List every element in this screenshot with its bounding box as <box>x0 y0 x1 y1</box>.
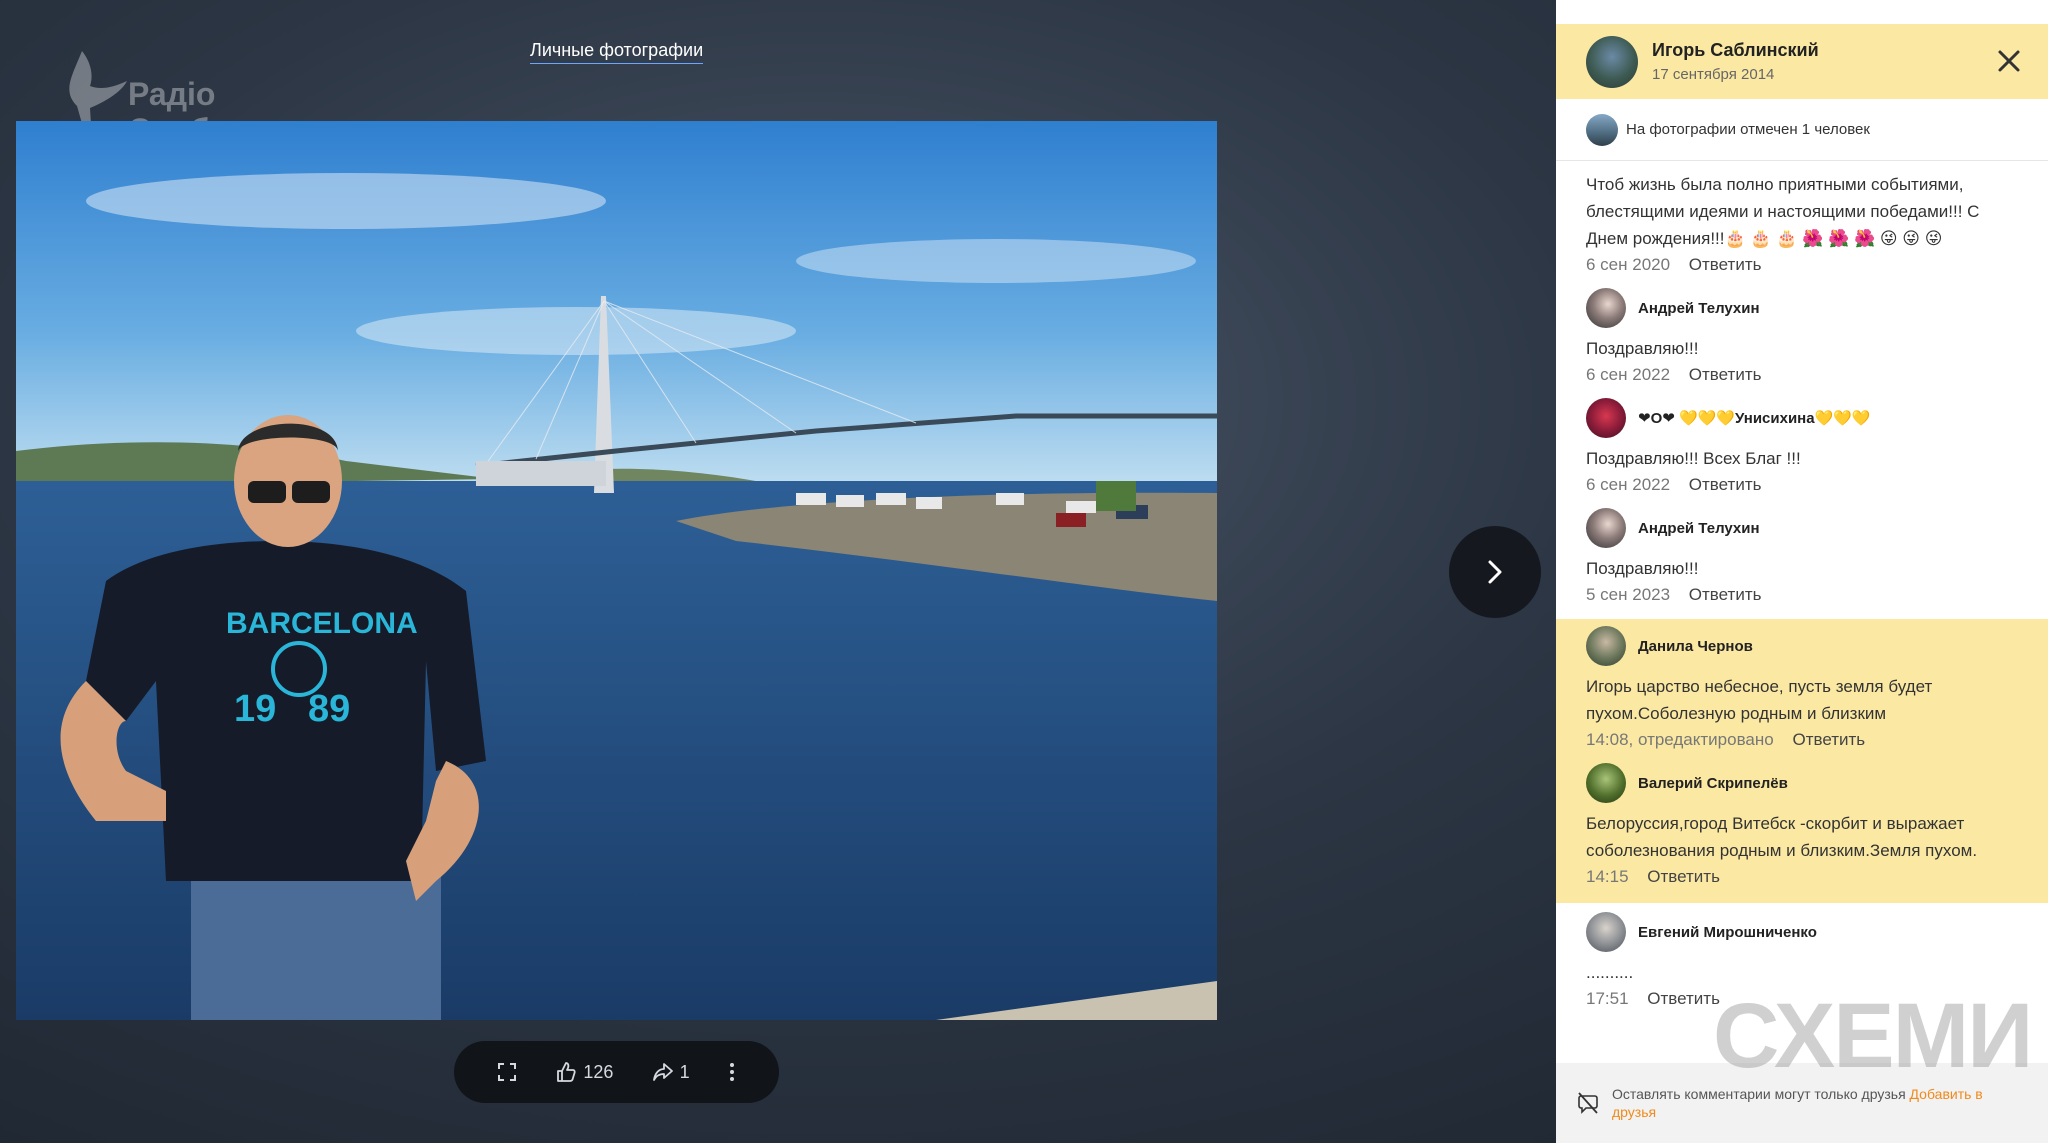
post-header: Игорь Саблинский 17 сентября 2014 <box>1556 24 2048 99</box>
comment-header: Андрей Телухин <box>1586 288 2018 328</box>
comment-time: 6 сен 2022 <box>1586 365 1671 384</box>
fullscreen-icon <box>498 1063 517 1081</box>
author-avatar[interactable] <box>1586 35 1638 88</box>
schemy-watermark: СХЕМИ <box>1713 985 2033 1087</box>
photo-toolbar: 126 1 <box>454 1041 779 1103</box>
comments-off-icon <box>1578 1092 1598 1114</box>
tagged-avatar <box>1586 113 1618 146</box>
commenter-avatar[interactable] <box>1586 288 1626 328</box>
commenter-name[interactable]: Данила Чернов <box>1638 638 1753 655</box>
author-name[interactable]: Игорь Саблинский <box>1652 40 1819 61</box>
more-options-button[interactable] <box>728 1061 736 1083</box>
post-date: 17 сентября 2014 <box>1652 66 1775 83</box>
commenter-avatar[interactable] <box>1586 508 1626 548</box>
photo-viewer: Радіо Свобода Личные фотографии <box>0 0 1556 1143</box>
share-arrow-icon <box>652 1063 673 1081</box>
close-button[interactable] <box>1994 46 2024 76</box>
comments-panel: Игорь Саблинский 17 сентября 2014 На фот… <box>1556 0 2048 1143</box>
comment-item: Андрей Телухин Поздравляю!!! 5 сен 2023 … <box>1556 508 2048 619</box>
comment-time: 14:15 <box>1586 867 1629 886</box>
like-count: 126 <box>583 1061 614 1082</box>
reply-button[interactable]: Ответить <box>1647 989 1720 1008</box>
shirt-text: BARCELONA <box>226 607 418 640</box>
comment-meta: 14:08, отредактировано Ответить <box>1586 730 2018 764</box>
comment-meta: 14:15 Ответить <box>1586 867 2018 901</box>
comment-text: Игорь царство небесное, пусть земля буде… <box>1586 677 1933 723</box>
comment-header: Евгений Мирошниченко <box>1586 912 2018 952</box>
reply-button[interactable]: Ответить <box>1792 730 1865 749</box>
commenter-avatar[interactable] <box>1586 763 1626 803</box>
share-count: 1 <box>679 1061 690 1082</box>
commenter-name[interactable]: Евгений Мирошниченко <box>1638 924 1817 941</box>
album-title-link[interactable]: Личные фотографии <box>530 40 704 64</box>
comment-header: Данила Чернов <box>1586 626 2018 666</box>
footer-message: Оставлять комментарии могут только друзь… <box>1612 1085 2026 1121</box>
comment-time: 6 сен 2022 <box>1586 475 1671 494</box>
comment-item-new: Данила Чернов Игорь царство небесное, пу… <box>1556 619 2048 764</box>
share-button[interactable]: 1 <box>652 1061 690 1083</box>
comment-time: 5 сен 2023 <box>1586 585 1671 604</box>
comment-meta: 6 сен 2022 Ответить <box>1586 365 2018 399</box>
comment-text: Белоруссия,город Витебск -скорбит и выра… <box>1586 814 1978 860</box>
commenter-name[interactable]: Валерий Скрипелёв <box>1638 775 1788 792</box>
panel-top-spacer <box>1556 0 2048 24</box>
comment-item: Чтоб жизнь была полно приятными событиям… <box>1556 161 2048 289</box>
comment-time: 17:51 <box>1586 989 1629 1008</box>
comment-time: 14:08, отредактировано <box>1586 730 1774 749</box>
reply-button[interactable]: Ответить <box>1689 365 1762 384</box>
comment-text: Чтоб жизнь была полно приятными событиям… <box>1586 175 1980 248</box>
commenter-name[interactable]: Андрей Телухин <box>1638 300 1760 317</box>
commenter-name[interactable]: ❤O❤ 💛💛💛Унисихина💛💛💛 <box>1638 409 1871 427</box>
comment-text: .......... <box>1586 963 1634 982</box>
main-photo: BARCELONA 19 89 <box>16 121 1217 1020</box>
like-button[interactable]: 126 <box>555 1061 613 1083</box>
tagged-text: На фотографии отмечен 1 человек <box>1626 121 1870 138</box>
comment-item-new: Валерий Скрипелёв Белоруссия,город Витеб… <box>1556 763 2048 903</box>
thumbs-up-icon <box>557 1062 576 1082</box>
comment-meta: 6 сен 2020 Ответить <box>1586 255 2018 289</box>
comment-text: Поздравляю!!! <box>1586 559 1699 578</box>
commenter-avatar[interactable] <box>1586 912 1626 952</box>
reply-button[interactable]: Ответить <box>1689 255 1762 274</box>
commenter-avatar[interactable] <box>1586 626 1626 666</box>
next-photo-button[interactable] <box>1449 526 1541 618</box>
commenter-name[interactable]: Андрей Телухин <box>1638 520 1760 537</box>
photo-image: BARCELONA 19 89 <box>16 121 1217 1020</box>
author-info: Игорь Саблинский 17 сентября 2014 <box>1652 40 1819 83</box>
comment-time: 6 сен 2020 <box>1586 255 1671 274</box>
reply-button[interactable]: Ответить <box>1689 585 1762 604</box>
comment-meta: 6 сен 2022 Ответить <box>1586 475 2018 509</box>
comment-meta: 5 сен 2023 Ответить <box>1586 585 2018 619</box>
tagged-people-row[interactable]: На фотографии отмечен 1 человек <box>1556 99 2048 161</box>
comment-header: Валерий Скрипелёв <box>1586 763 2018 803</box>
more-vertical-icon <box>729 1063 734 1081</box>
reply-button[interactable]: Ответить <box>1689 475 1762 494</box>
fullscreen-button[interactable] <box>497 1062 517 1082</box>
comment-header: Андрей Телухин <box>1586 508 2018 548</box>
close-icon <box>1998 50 2020 72</box>
footer-text: Оставлять комментарии могут только друзь… <box>1612 1086 1906 1102</box>
comment-item: ❤O❤ 💛💛💛Унисихина💛💛💛 Поздравляю!!! Всех Б… <box>1556 398 2048 509</box>
comment-text: Поздравляю!!! <box>1586 339 1699 358</box>
commenter-avatar[interactable] <box>1586 398 1626 438</box>
comment-item: Андрей Телухин Поздравляю!!! 6 сен 2022 … <box>1556 288 2048 399</box>
reply-button[interactable]: Ответить <box>1647 867 1720 886</box>
comment-text: Поздравляю!!! Всех Благ !!! <box>1586 449 1801 468</box>
chevron-right-icon <box>1488 560 1502 584</box>
comment-header: ❤O❤ 💛💛💛Унисихина💛💛💛 <box>1586 398 2018 438</box>
